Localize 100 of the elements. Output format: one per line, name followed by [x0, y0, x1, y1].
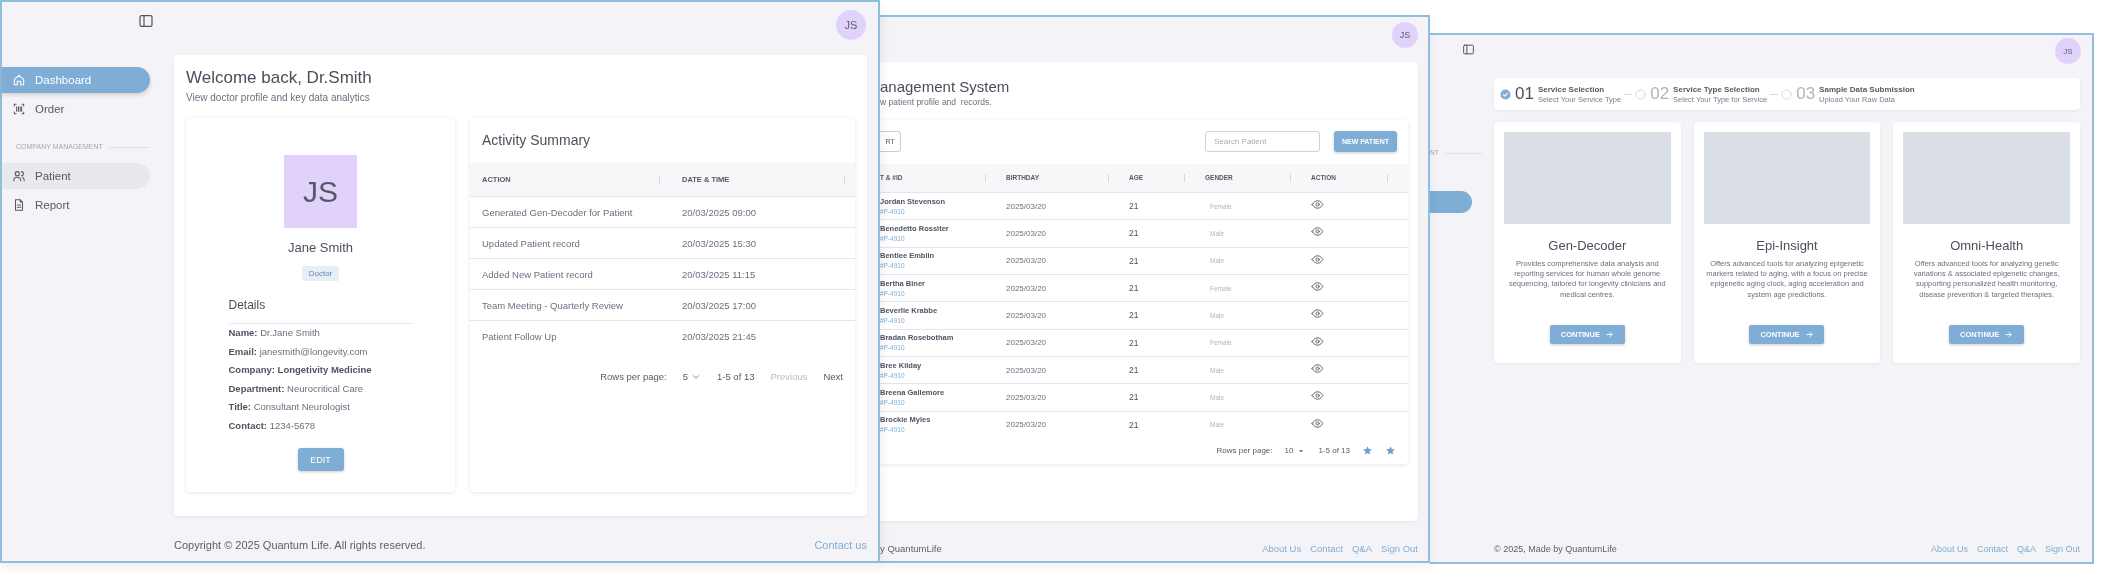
service-title: Omni-Health [1950, 238, 2024, 254]
table-cell-text: 21 [1129, 310, 1140, 321]
table-cell-text: 2025/03/20 [1006, 420, 1048, 430]
footer-link[interactable]: Contact [1310, 542, 1343, 556]
table-cell-text: 21 [1129, 392, 1140, 403]
copyright-text: Copyright © 2025 Quantum Life. All rights reserved. [174, 538, 426, 553]
view-icon[interactable] [1311, 362, 1324, 376]
profile-avatar: JS [284, 155, 357, 228]
table-cell-text: 21 [1129, 201, 1140, 212]
view-icon[interactable] [1311, 252, 1324, 266]
profile-name: Jane Smith [287, 240, 353, 256]
service-title: Epi-Insight [1756, 238, 1818, 254]
table-cell-text: Team Meeting - Quarterly Review [481, 299, 624, 311]
view-icon[interactable] [1311, 307, 1324, 321]
home-icon [12, 73, 26, 87]
step-title: Service Type Selection [1673, 83, 1761, 95]
sidebar-toggle-icon[interactable] [138, 13, 154, 29]
table-cell-text: Updated Patient record [481, 237, 581, 249]
table-cell-text: 20/03/2025 11:15 [681, 268, 757, 280]
people-icon [12, 169, 26, 183]
table-cell-text: Generated Gen-Decoder for Patient [481, 206, 634, 218]
step-number: 03 [1796, 84, 1816, 104]
sidebar-item[interactable]: Order [2, 96, 150, 122]
card-title: Activity Summary [481, 131, 592, 150]
page-title: Welcome back, Dr.Smith [186, 67, 373, 89]
page-subtitle: w patient profile and records. [880, 96, 993, 108]
table-cell-text: Patient Follow Up [481, 330, 558, 342]
rows-per-page-select[interactable]: 5 [682, 369, 701, 385]
contact-link[interactable]: Contact us [814, 537, 867, 553]
page-range: 1-5 of 13 [1318, 446, 1350, 456]
sidebar-item[interactable]: Patient [2, 163, 150, 189]
step-number: 01 [1515, 84, 1534, 104]
view-icon[interactable] [1311, 280, 1324, 294]
detail-line: Contact: 1234-5678 [228, 418, 317, 433]
step-title: Service Selection [1537, 83, 1606, 95]
footer-link[interactable]: Sign Out [1381, 542, 1418, 556]
table-cell-text: Added New Patient record [481, 268, 594, 280]
table-cell-text: 21 [1129, 228, 1140, 239]
page-title: anagement System [880, 78, 1011, 96]
search-field[interactable]: Search Patient [1205, 131, 1320, 152]
view-icon[interactable] [1311, 389, 1324, 403]
detail-line: Email: janesmith@longevity.com [228, 344, 369, 359]
detail-line: Company: Longetivity Medicine [228, 363, 373, 377]
sidebar-item[interactable]: Report [2, 192, 150, 218]
footer-link[interactable]: About Us [1930, 543, 1968, 556]
role-badge: Doctor [301, 266, 340, 281]
table-cell-text: 2025/03/20 [1006, 283, 1048, 293]
rows-per-page-select[interactable]: 10 [1284, 445, 1307, 456]
table-cell-text: 21 [1129, 255, 1140, 266]
footer-link[interactable]: Q&A [1351, 542, 1373, 556]
star-icon[interactable] [1385, 445, 1396, 457]
table-cell-text: 2025/03/20 [1006, 338, 1048, 348]
view-icon[interactable] [1311, 334, 1324, 348]
document-icon [12, 198, 26, 212]
table-cell-text: 2025/03/20 [1006, 256, 1048, 266]
footer-link[interactable]: Q&A [2016, 543, 2036, 556]
sidebar-item[interactable]: Dashboard [2, 67, 150, 93]
arrow-right-icon [1804, 330, 1814, 339]
rows-per-page-label: Rows per page: [1216, 446, 1273, 456]
detail-line: Department: Neurocritical Care [228, 381, 365, 396]
barcode-icon [12, 102, 26, 116]
table-cell-text: 2025/03/20 [1006, 392, 1048, 402]
edit-button[interactable]: EDIT [297, 448, 344, 471]
user-avatar[interactable]: JS [836, 10, 866, 40]
table-cell-text: 21 [1129, 419, 1140, 430]
table-cell-text: 21 [1129, 283, 1140, 294]
table-cell-text: 20/03/2025 21:45 [681, 330, 757, 342]
page-range: 1-5 of 13 [717, 370, 755, 384]
service-title: Gen-Decoder [1548, 238, 1627, 254]
view-icon[interactable] [1311, 416, 1324, 430]
arrow-right-icon [2004, 330, 2014, 339]
star-icon[interactable] [1362, 445, 1373, 457]
table-cell-text: 21 [1129, 337, 1140, 348]
table-cell-text: 21 [1129, 365, 1140, 376]
table-cell-text: 2025/03/20 [1006, 365, 1048, 375]
table-cell-text: 20/03/2025 15:30 [681, 237, 757, 249]
user-avatar[interactable]: JS [1392, 22, 1418, 48]
sidebar-item[interactable] [1430, 191, 1472, 213]
table-cell-text: 20/03/2025 17:00 [681, 299, 757, 311]
detail-line: Name: Dr.Jane Smith [228, 326, 321, 340]
table-cell-text: 2025/03/20 [1006, 229, 1048, 238]
table-cell-text: 2025/03/20 [1006, 201, 1048, 211]
arrow-right-icon [1604, 330, 1614, 339]
sidebar-toggle-icon[interactable] [1462, 43, 1475, 56]
chevron-down-icon [691, 372, 701, 382]
footer-credit: y QuantumLife [880, 542, 942, 556]
page-subtitle: View doctor profile and key data analytics [186, 91, 371, 105]
step-number: 02 [1650, 84, 1670, 104]
next-link[interactable]: Next [823, 369, 843, 385]
footer-link[interactable]: About Us [1262, 542, 1302, 556]
table-cell-text: 2025/03/20 [1006, 310, 1048, 320]
table-cell-text: 20/03/2025 09:00 [681, 206, 757, 218]
footer-link[interactable]: Contact [1976, 543, 2008, 556]
user-avatar[interactable]: JS [2055, 38, 2081, 64]
details-title: Details [228, 298, 413, 324]
view-icon[interactable] [1311, 225, 1324, 239]
footer-link[interactable]: Sign Out [2044, 543, 2080, 556]
step-title: Sample Data Submission [1819, 83, 1915, 95]
view-icon[interactable] [1311, 198, 1324, 212]
footer-credit: © 2025, Made by QuantumLife [1494, 543, 1617, 556]
